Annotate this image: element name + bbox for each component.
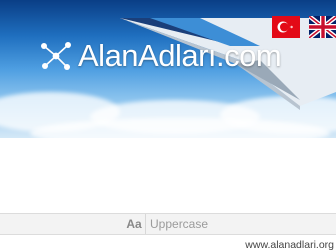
uppercase-option[interactable]: Uppercase: [150, 214, 208, 234]
site-name: AlanAdları.com: [78, 38, 282, 73]
case-toggle-button[interactable]: Aa: [123, 214, 146, 234]
flag-turkey-icon[interactable]: [272, 16, 300, 38]
network-nodes-icon: [41, 42, 71, 70]
flag-uk-icon[interactable]: [309, 16, 336, 38]
text-case-toolbar: Aa Uppercase: [0, 213, 336, 235]
hero-banner: AlanAdları.com: [0, 0, 336, 138]
site-logo[interactable]: AlanAdları.com: [38, 38, 282, 74]
site-watermark: www.alanadlari.org: [245, 239, 334, 251]
